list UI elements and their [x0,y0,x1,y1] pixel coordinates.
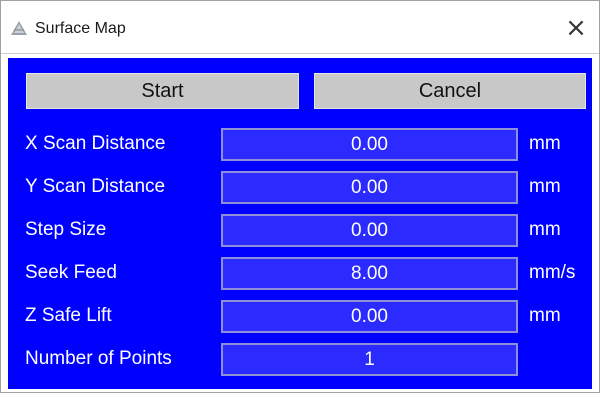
seek-feed-label: Seek Feed [25,262,117,283]
seek-feed-input[interactable] [221,257,518,290]
surface-map-panel: Start Cancel X Scan Distance mm Y Scan D… [8,58,592,389]
close-button[interactable]: × [563,15,589,41]
y-scan-distance-unit: mm [529,176,561,197]
window-title: Surface Map [35,20,126,37]
step-size-input[interactable] [221,214,518,247]
number-of-points-label: Number of Points [25,348,172,369]
seek-feed-unit: mm/s [529,262,576,283]
title-bar[interactable]: Surface Map × [1,1,599,54]
step-size-label: Step Size [25,219,107,240]
z-safe-lift-unit: mm [529,305,561,326]
step-size-unit: mm [529,219,561,240]
cancel-button[interactable]: Cancel [314,73,586,109]
number-of-points-input[interactable] [221,343,518,376]
surface-map-window: Surface Map × Start Cancel X Scan Distan… [0,0,600,393]
z-safe-lift-label: Z Safe Lift [25,305,112,326]
z-safe-lift-input[interactable] [221,300,518,333]
start-button[interactable]: Start [26,73,299,109]
y-scan-distance-input[interactable] [221,171,518,204]
x-scan-distance-input[interactable] [221,128,518,161]
x-scan-distance-label: X Scan Distance [25,133,166,154]
y-scan-distance-label: Y Scan Distance [25,176,166,197]
surface-map-icon [11,21,27,35]
x-scan-distance-unit: mm [529,133,561,154]
